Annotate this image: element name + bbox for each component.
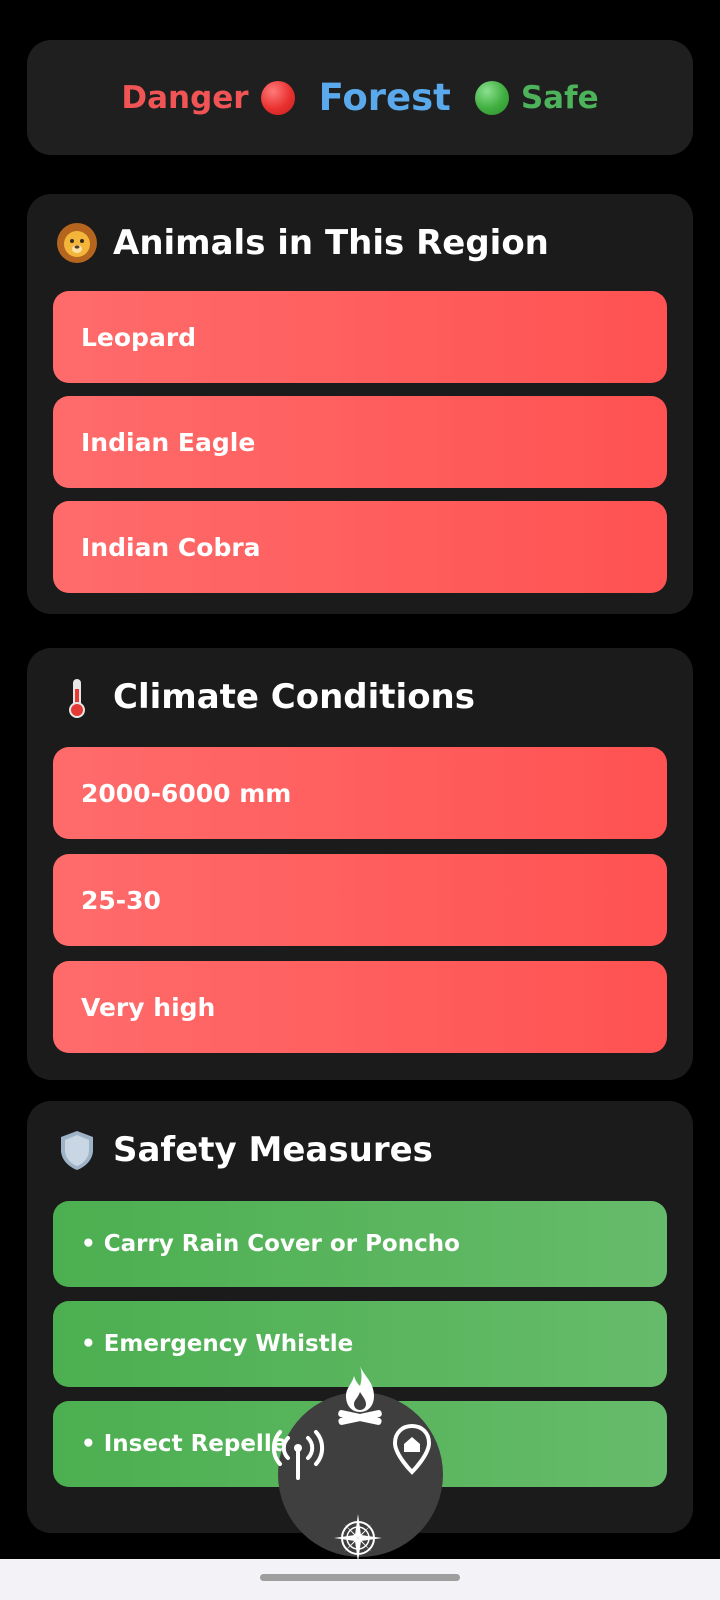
safety-section-title: Safety Measures bbox=[55, 1126, 433, 1174]
animals-section: Animals in This Region Leopard Indian Ea… bbox=[27, 194, 693, 614]
green-circle-icon bbox=[474, 80, 509, 115]
legend-header: Danger Forest Safe bbox=[27, 40, 693, 155]
app-root: Danger Forest Safe Animals in This Regio… bbox=[0, 0, 720, 1600]
compass-icon[interactable] bbox=[330, 1510, 386, 1566]
animals-title-text: Animals in This Region bbox=[113, 223, 549, 263]
campfire-icon[interactable] bbox=[330, 1362, 390, 1430]
shield-icon bbox=[61, 1131, 93, 1170]
climate-item[interactable]: 2000-6000 mm bbox=[53, 747, 667, 839]
climate-section-title: Climate Conditions bbox=[55, 673, 475, 721]
climate-section: Climate Conditions 2000-6000 mm 25-30 Ve… bbox=[27, 648, 693, 1080]
home-pin-icon[interactable] bbox=[390, 1422, 434, 1476]
system-nav-bar bbox=[0, 1559, 720, 1600]
safety-title-text: Safety Measures bbox=[113, 1130, 433, 1170]
safety-item[interactable]: • Carry Rain Cover or Poncho bbox=[53, 1201, 667, 1287]
safe-label: Safe bbox=[520, 79, 599, 116]
animal-item[interactable]: Leopard bbox=[53, 291, 667, 383]
signal-tower-icon[interactable] bbox=[266, 1426, 330, 1482]
climate-item[interactable]: Very high bbox=[53, 961, 667, 1053]
red-circle-icon bbox=[260, 80, 295, 115]
danger-label: Danger bbox=[121, 79, 249, 116]
climate-item[interactable]: 25-30 bbox=[53, 854, 667, 946]
climate-title-text: Climate Conditions bbox=[113, 677, 475, 717]
animal-item[interactable]: Indian Eagle bbox=[53, 396, 667, 488]
floating-action-menu[interactable] bbox=[271, 1366, 443, 1562]
forest-title: Forest bbox=[318, 76, 451, 119]
animal-item[interactable]: Indian Cobra bbox=[53, 501, 667, 593]
lion-face-icon bbox=[57, 223, 97, 263]
home-gesture-handle[interactable] bbox=[260, 1574, 460, 1581]
animals-section-title: Animals in This Region bbox=[55, 219, 549, 267]
thermometer-icon bbox=[69, 679, 85, 718]
